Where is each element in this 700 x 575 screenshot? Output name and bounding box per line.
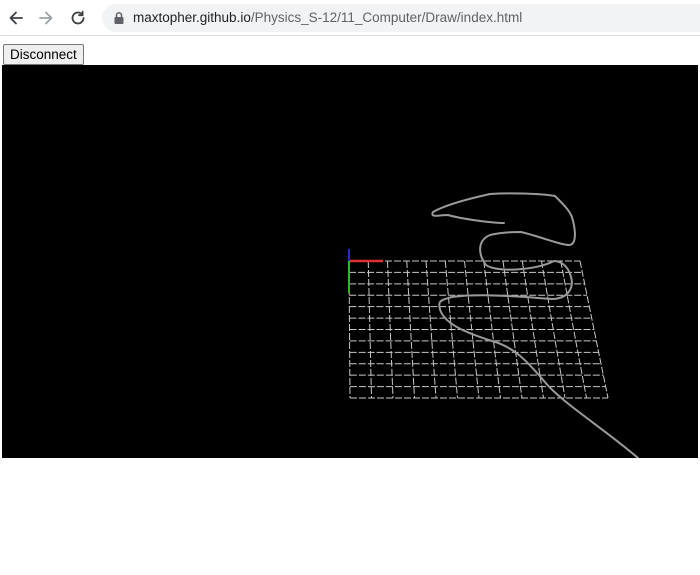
- address-bar[interactable]: maxtopher.github.io/Physics_S-12/11_Comp…: [102, 4, 700, 32]
- forward-arrow-icon: [39, 11, 53, 25]
- 3d-scene: [348, 192, 639, 458]
- lock-icon: [114, 12, 124, 24]
- reload-icon: [71, 10, 85, 25]
- url-path: /Physics_S-12/11_Computer/Draw/index.htm…: [250, 10, 523, 25]
- 3d-drawing-canvas[interactable]: [2, 65, 698, 458]
- forward-button[interactable]: [34, 6, 58, 30]
- grid-line-vertical: [560, 260, 587, 399]
- url-host: maxtopher.github.io: [133, 10, 251, 25]
- drawn-stroke: [431, 192, 639, 458]
- back-button[interactable]: [4, 6, 28, 30]
- back-arrow-icon: [9, 11, 23, 25]
- browser-toolbar: maxtopher.github.io/Physics_S-12/11_Comp…: [0, 0, 700, 36]
- reload-button[interactable]: [66, 6, 90, 30]
- floor-grid: [348, 260, 609, 399]
- url-text: maxtopher.github.io/Physics_S-12/11_Comp…: [133, 4, 522, 32]
- disconnect-button[interactable]: Disconnect: [3, 44, 84, 65]
- axis-gizmo: [348, 249, 383, 293]
